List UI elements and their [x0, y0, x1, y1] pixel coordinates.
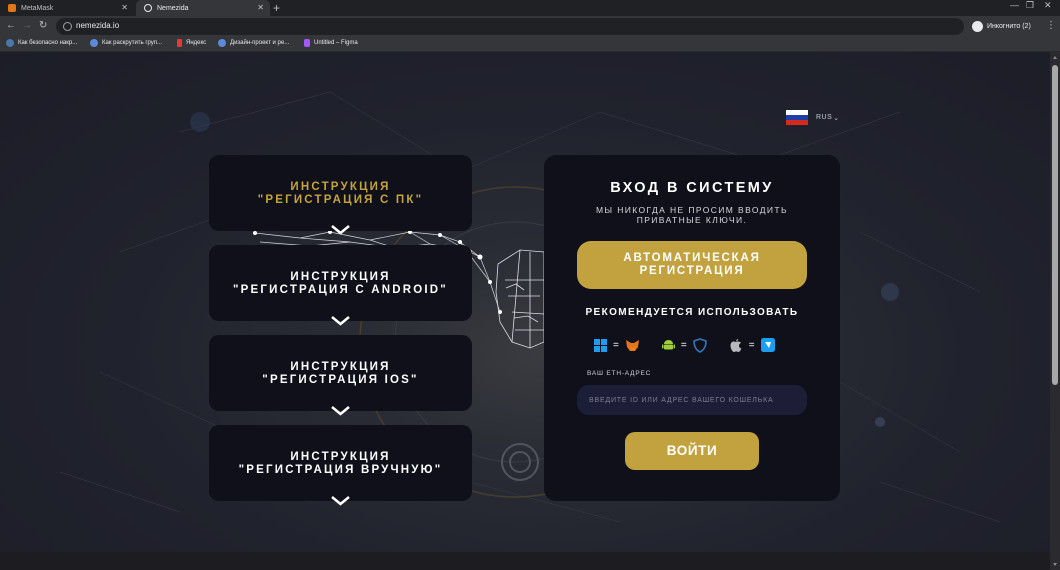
- browser-tab-bar: MetaMask ✕ Nemezida ✕ + — ❐ ✕: [0, 0, 1060, 16]
- globe-icon: [144, 4, 152, 12]
- profile-label: Инкогнито (2): [987, 23, 1031, 30]
- apple-icon: [730, 338, 741, 352]
- trust-wallet-icon: [692, 337, 707, 353]
- equals-sign: =: [613, 339, 619, 351]
- browser-toolbar: ← → ↻ nemezida.io Инкогнито (2) ⋮: [0, 16, 1060, 37]
- metamask-favicon-icon: [8, 4, 16, 12]
- login-subtitle-line1: МЫ НИКОГДА НЕ ПРОСИМ ВВОДИТЬ: [596, 205, 788, 215]
- site-info-icon[interactable]: [63, 22, 72, 31]
- chevron-down-icon[interactable]: [330, 315, 351, 326]
- bookmark-item[interactable]: Untitled – Figma: [304, 39, 358, 47]
- bookmarks-bar: Как безопасно накр... Как раскрутить гру…: [0, 37, 1060, 52]
- globe-icon: [218, 39, 226, 47]
- login-title: ВХОД В СИСТЕМУ: [610, 180, 774, 196]
- globe-icon: [90, 39, 98, 47]
- forward-icon[interactable]: →: [22, 20, 32, 31]
- bookmark-label: Untitled – Figma: [314, 40, 358, 46]
- page-scrollbar[interactable]: [1050, 52, 1060, 570]
- bookmark-label: Как раскрутить груп...: [102, 40, 163, 46]
- bookmark-label: Дизайн-проект и ре...: [230, 40, 290, 46]
- scrollbar-thumb[interactable]: [1052, 65, 1058, 385]
- address-bar[interactable]: nemezida.io: [56, 18, 964, 35]
- recommended-label: РЕКОМЕНДУЕТСЯ ИСПОЛЬЗОВАТЬ: [585, 307, 799, 318]
- android-icon: [661, 340, 675, 350]
- instruction-title: ИНСТРУКЦИЯ: [290, 271, 391, 283]
- instruction-ios-card[interactable]: ИНСТРУКЦИЯ "РЕГИСТРАЦИЯ IOS": [209, 335, 472, 411]
- tab-nemezida[interactable]: Nemezida ✕: [136, 0, 270, 16]
- wallet-app-icon: [760, 338, 775, 352]
- instruction-android-card[interactable]: ИНСТРУКЦИЯ "РЕГИСТРАЦИЯ С ANDROID": [209, 245, 472, 321]
- close-tab-icon[interactable]: ✕: [121, 3, 128, 12]
- auto-registration-label-line1: АВТОМАТИЧЕСКАЯ: [623, 252, 761, 264]
- page-footer: [0, 552, 1050, 570]
- metamask-icon: [625, 339, 639, 351]
- instruction-manual-card[interactable]: ИНСТРУКЦИЯ "РЕГИСТРАЦИЯ ВРУЧНУЮ": [209, 425, 472, 501]
- close-window-icon[interactable]: ✕: [1044, 0, 1052, 11]
- yandex-icon: [177, 39, 182, 47]
- incognito-profile-button[interactable]: Инкогнито (2): [972, 19, 1031, 34]
- login-panel: ВХОД В СИСТЕМУ МЫ НИКОГДА НЕ ПРОСИМ ВВОД…: [544, 155, 840, 501]
- new-tab-button[interactable]: +: [273, 1, 280, 15]
- figma-icon: [304, 39, 310, 47]
- instruction-subtitle: "РЕГИСТРАЦИЯ IOS": [262, 374, 419, 386]
- instruction-title: ИНСТРУКЦИЯ: [290, 451, 391, 463]
- tab-title: Nemezida: [157, 4, 189, 12]
- recommended-wallets-row: = = =: [594, 336, 775, 354]
- bookmark-label: Яндекс: [186, 40, 207, 46]
- bookmark-item[interactable]: Как раскрутить груп...: [90, 39, 162, 47]
- face-wireframe: [495, 249, 545, 349]
- instruction-subtitle: "РЕГИСТРАЦИЯ С ПК": [257, 194, 424, 206]
- tab-title: MetaMask: [21, 4, 54, 12]
- chevron-down-icon[interactable]: [330, 224, 351, 235]
- back-icon[interactable]: ←: [6, 20, 16, 31]
- instruction-title: ИНСТРУКЦИЯ: [290, 181, 391, 193]
- tab-metamask[interactable]: MetaMask ✕: [0, 0, 134, 16]
- scroll-down-icon[interactable]: [1053, 563, 1057, 566]
- bookmark-item[interactable]: Дизайн-проект и ре...: [218, 39, 289, 47]
- close-tab-icon[interactable]: ✕: [257, 3, 264, 12]
- bookmark-item[interactable]: Как безопасно накр...: [6, 39, 77, 47]
- russia-flag-icon: [786, 110, 808, 125]
- instruction-subtitle: "РЕГИСТРАЦИЯ С ANDROID": [233, 284, 448, 296]
- instruction-subtitle: "РЕГИСТРАЦИЯ ВРУЧНУЮ": [238, 464, 443, 476]
- background-network-graphic: [59, 91, 1001, 523]
- menu-icon[interactable]: ⋮: [1046, 20, 1056, 31]
- bookmark-label: Как безопасно накр...: [18, 40, 78, 46]
- reload-icon[interactable]: ↻: [39, 20, 47, 31]
- scroll-up-icon[interactable]: [1053, 56, 1057, 59]
- eth-address-label: ВАШ ETH-АДРЕС: [587, 370, 652, 377]
- url-text: nemezida.io: [76, 21, 120, 30]
- restore-icon[interactable]: ❐: [1026, 0, 1034, 11]
- auto-registration-label-line2: РЕГИСТРАЦИЯ: [639, 265, 745, 277]
- vk-icon: [6, 39, 14, 47]
- chevron-down-icon[interactable]: [330, 405, 351, 416]
- language-selector[interactable]: RUS ⌄: [786, 110, 840, 125]
- chevron-down-icon[interactable]: [330, 495, 351, 506]
- eth-address-input[interactable]: [577, 385, 807, 415]
- bookmark-item[interactable]: Яндекс: [177, 39, 206, 47]
- equals-sign: =: [748, 339, 755, 351]
- incognito-icon: [972, 21, 983, 32]
- instruction-pc-card[interactable]: ИНСТРУКЦИЯ "РЕГИСТРАЦИЯ С ПК": [209, 155, 472, 231]
- minimize-icon[interactable]: —: [1010, 0, 1019, 10]
- chevron-down-icon: ⌄: [833, 114, 840, 122]
- equals-sign: =: [680, 339, 687, 351]
- page-content: RUS ⌄ ИНСТРУКЦИЯ "РЕГИСТРАЦИЯ С ПК" ИНСТ…: [0, 52, 1050, 552]
- auto-registration-button[interactable]: АВТОМАТИЧЕСКАЯ РЕГИСТРАЦИЯ: [577, 241, 807, 289]
- login-subtitle-line2: ПРИВАТНЫЕ КЛЮЧИ.: [636, 215, 748, 225]
- login-button[interactable]: ВОЙТИ: [625, 432, 759, 470]
- windows-icon: [594, 338, 607, 352]
- instruction-title: ИНСТРУКЦИЯ: [290, 361, 391, 373]
- language-code: RUS: [816, 114, 833, 121]
